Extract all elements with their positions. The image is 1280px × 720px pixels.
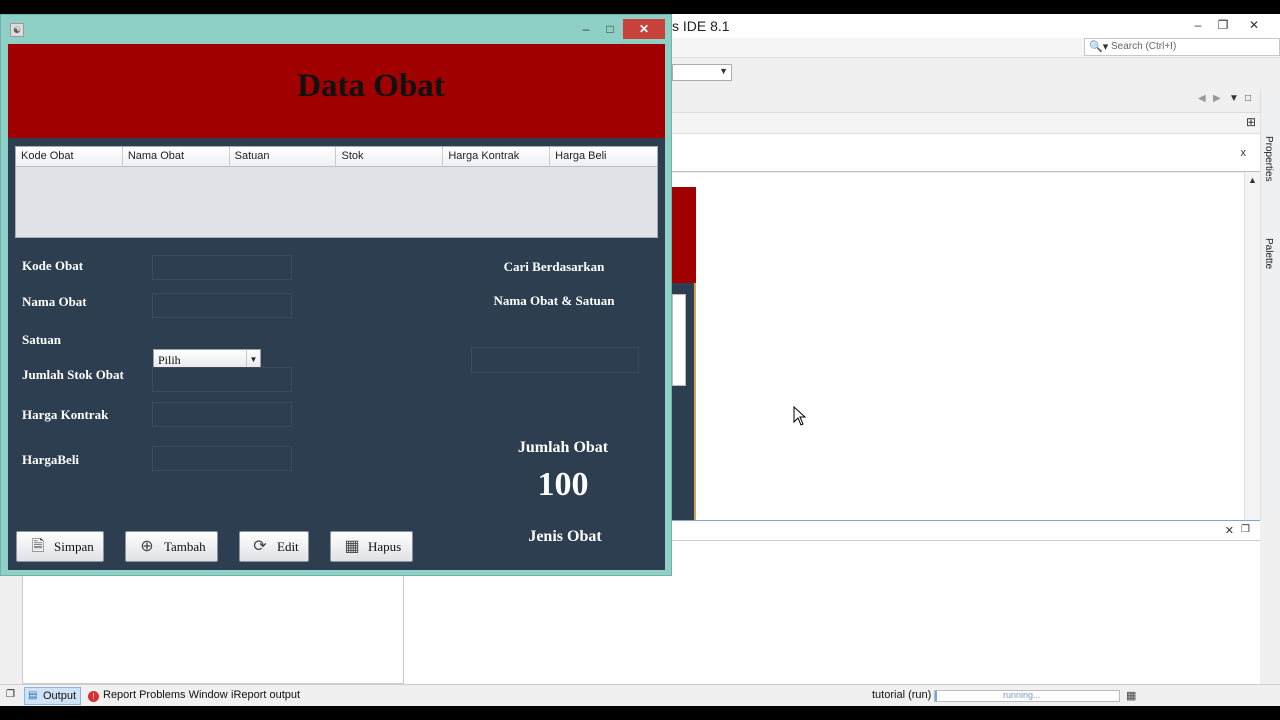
ide-right-sidebar: Properties Palette bbox=[1260, 90, 1280, 520]
maximize-icon[interactable]: □ bbox=[1245, 93, 1251, 104]
satuan-selected-value: Pilih bbox=[158, 353, 181, 367]
ide-output-pane bbox=[404, 570, 672, 684]
nama-obat-label: Nama Obat bbox=[22, 294, 87, 309]
kode-obat-field[interactable] bbox=[152, 255, 292, 280]
output-icon: ▤ bbox=[28, 690, 38, 701]
restore-icon[interactable]: ❐ bbox=[1241, 524, 1250, 535]
run-status-label: tutorial (run) bbox=[872, 689, 932, 701]
ide-search-placeholder: Search (Ctrl+I) bbox=[1111, 41, 1177, 52]
progress-fill bbox=[935, 691, 937, 701]
expand-icon[interactable]: ⊞ bbox=[1246, 115, 1256, 129]
scroll-right-icon[interactable]: ▶ bbox=[1213, 93, 1221, 104]
report-problems-label: Report Problems Window bbox=[103, 689, 228, 701]
satuan-label: Satuan bbox=[22, 332, 62, 347]
data-obat-window: ☯ – □ ✕ Data Obat Kode Obat Nama Obat Sa… bbox=[0, 14, 672, 576]
column-nama-obat[interactable]: Nama Obat bbox=[123, 147, 230, 167]
ide-title: s IDE 8.1 bbox=[672, 18, 730, 34]
harga-beli-field[interactable] bbox=[152, 446, 292, 471]
trash-icon: ▦ bbox=[344, 538, 360, 555]
report-problems-tab[interactable]: ! Report Problems Window bbox=[88, 689, 228, 702]
jumlah-stok-label: Jumlah Stok Obat bbox=[22, 367, 124, 382]
tambah-button[interactable]: ⊕ Tambah bbox=[125, 531, 218, 562]
page-title: Data Obat bbox=[297, 68, 445, 104]
app-content: Data Obat Kode Obat Nama Obat Satuan Sto… bbox=[8, 44, 665, 570]
hapus-button-label: Hapus bbox=[368, 539, 402, 554]
app-titlebar[interactable]: ☯ – □ ✕ bbox=[1, 15, 671, 43]
search-title: Cari Berdasarkan bbox=[503, 259, 605, 274]
hapus-button[interactable]: ▦ Hapus bbox=[330, 531, 413, 562]
harga-kontrak-label: Harga Kontrak bbox=[22, 407, 109, 422]
save-icon: 🗎 bbox=[31, 538, 45, 555]
table-header: Kode Obat Nama Obat Satuan Stok Harga Ko… bbox=[16, 147, 657, 167]
column-harga-beli[interactable]: Harga Beli bbox=[550, 147, 657, 167]
jumlah-obat-value: 100 bbox=[537, 466, 589, 503]
simpan-button[interactable]: 🗎 Simpan bbox=[16, 531, 104, 562]
column-stok[interactable]: Stok bbox=[336, 147, 444, 167]
java-app-icon: ☯ bbox=[10, 23, 24, 37]
jumlah-stok-field[interactable] bbox=[152, 367, 292, 392]
ide-design-scrollbar[interactable]: ▲ bbox=[1244, 173, 1260, 520]
restore-window-icon[interactable]: ❐ bbox=[6, 689, 15, 700]
notifications-icon[interactable]: ▦ bbox=[1126, 689, 1136, 702]
harga-kontrak-field[interactable] bbox=[152, 402, 292, 427]
ide-design-canvas[interactable] bbox=[672, 173, 1244, 520]
ide-search-input[interactable]: 🔍▾ Search (Ctrl+I) bbox=[1084, 38, 1280, 56]
search-input[interactable] bbox=[471, 347, 639, 373]
progress-text: running... bbox=[1003, 690, 1041, 700]
edit-button-label: Edit bbox=[277, 539, 299, 554]
mouse-cursor-icon bbox=[793, 406, 807, 426]
ide-restore-button[interactable]: ❐ bbox=[1211, 16, 1235, 34]
ide-editor-tabstrip bbox=[672, 90, 1260, 112]
ide-output-panel: ✕ ❐ bbox=[672, 520, 1260, 684]
header-banner: Data Obat bbox=[8, 44, 665, 138]
harga-beli-label: HargaBeli bbox=[22, 452, 80, 467]
output-tab[interactable]: ▤ Output bbox=[24, 687, 82, 705]
minimize-button[interactable]: – bbox=[575, 19, 597, 39]
error-icon: ! bbox=[88, 691, 99, 702]
ide-design-header: x bbox=[672, 134, 1260, 172]
ide-statusbar: ❐ ▤ Output ! Report Problems Window iRepo… bbox=[0, 684, 1280, 706]
scroll-up-icon[interactable]: ▲ bbox=[1248, 175, 1257, 185]
scroll-left-icon[interactable]: ◀ bbox=[1198, 93, 1206, 104]
ide-navigator-pane bbox=[22, 570, 404, 684]
properties-tab[interactable]: Properties bbox=[1263, 136, 1274, 182]
column-satuan[interactable]: Satuan bbox=[230, 147, 337, 167]
close-icon[interactable]: x bbox=[1241, 147, 1247, 159]
jenis-obat-label: Jenis Obat bbox=[528, 528, 602, 545]
tab-list-icon[interactable]: ▼ bbox=[1229, 93, 1239, 104]
search-subtitle: Nama Obat & Satuan bbox=[493, 293, 615, 308]
tambah-button-label: Tambah bbox=[164, 539, 206, 554]
ide-minimize-button[interactable]: – bbox=[1186, 16, 1210, 34]
palette-tab[interactable]: Palette bbox=[1263, 238, 1274, 269]
ide-editor-toolbar: ⊞ bbox=[672, 112, 1260, 134]
close-icon[interactable]: ✕ bbox=[1225, 524, 1234, 537]
nama-obat-field[interactable] bbox=[152, 293, 292, 318]
search-icon: 🔍▾ bbox=[1089, 41, 1109, 53]
close-button[interactable]: ✕ bbox=[623, 19, 665, 39]
form-preview-table bbox=[672, 294, 686, 386]
maximize-button[interactable]: □ bbox=[599, 19, 621, 39]
kode-obat-label: Kode Obat bbox=[22, 258, 84, 273]
column-kode-obat[interactable]: Kode Obat bbox=[16, 147, 123, 167]
simpan-button-label: Simpan bbox=[54, 539, 94, 554]
run-progress-bar: running... bbox=[934, 690, 1120, 702]
edit-button[interactable]: ⟳ Edit bbox=[239, 531, 309, 562]
ide-close-button[interactable]: ✕ bbox=[1242, 16, 1266, 34]
form-preview-header bbox=[672, 187, 696, 283]
add-icon: ⊕ bbox=[140, 538, 154, 555]
obat-table[interactable]: Kode Obat Nama Obat Satuan Stok Harga Ko… bbox=[15, 146, 658, 238]
refresh-icon: ⟳ bbox=[253, 538, 267, 555]
column-harga-kontrak[interactable]: Harga Kontrak bbox=[443, 147, 551, 167]
ireport-output-tab[interactable]: iReport output bbox=[231, 689, 300, 701]
jumlah-obat-label: Jumlah Obat bbox=[517, 439, 609, 456]
output-tab-label: Output bbox=[43, 690, 77, 702]
ide-output-header: ✕ ❐ bbox=[672, 521, 1260, 541]
